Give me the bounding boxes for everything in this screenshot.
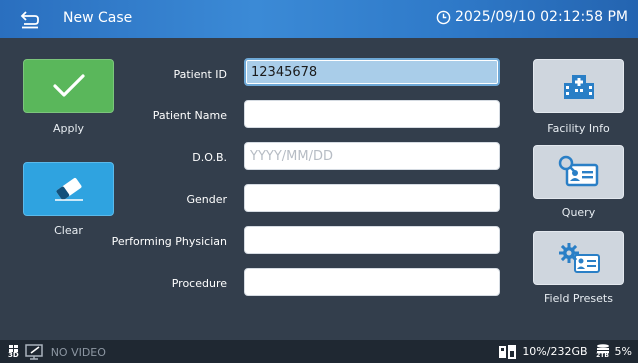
procedure-label: Procedure: [171, 277, 227, 290]
monitor-edit-icon: [24, 344, 43, 360]
checkmark-icon: [52, 74, 85, 97]
disk-badge: 2TB: [596, 352, 609, 359]
datetime-text: 2025/09/10 02:12:58 PM: [455, 9, 628, 25]
query-button[interactable]: [533, 145, 624, 199]
physician-input[interactable]: [244, 226, 500, 254]
storage-device-icon: [499, 344, 517, 359]
title-bar: New Case 2025/09/10 02:12:58 PM: [0, 0, 638, 38]
disk-usage: 5%: [614, 345, 632, 358]
gender-input[interactable]: [244, 184, 500, 212]
main-panel: Apply Clear Patient ID Patient Name D.O.…: [0, 38, 638, 340]
status-bar: 3D NO VIDEO 10%/232GB 2TB 5%: [0, 340, 638, 363]
back-arrow-icon[interactable]: [20, 9, 40, 29]
dob-label: D.O.B.: [192, 151, 227, 164]
apply-button[interactable]: [23, 59, 114, 113]
gender-label: Gender: [186, 193, 227, 206]
eraser-icon: [54, 177, 83, 201]
datetime-display: 2025/09/10 02:12:58 PM: [436, 9, 628, 25]
clear-label: Clear: [54, 224, 83, 237]
facility-info-label: Facility Info: [547, 122, 610, 135]
patient-name-label: Patient Name: [152, 109, 227, 122]
apply-label: Apply: [52, 122, 85, 135]
field-presets-button[interactable]: [533, 231, 624, 285]
clock-icon: [436, 10, 451, 24]
query-label: Query: [561, 206, 596, 219]
id-card-search-icon: [558, 155, 598, 187]
page-title: New Case: [63, 10, 133, 26]
facility-info-button[interactable]: [533, 59, 624, 113]
patient-id-input[interactable]: [244, 58, 500, 86]
3d-label: 3D: [8, 351, 19, 359]
dob-input[interactable]: [244, 142, 500, 170]
hospital-icon: [563, 75, 594, 99]
patient-id-label: Patient ID: [173, 68, 227, 81]
procedure-input[interactable]: [244, 268, 500, 296]
physician-label: Performing Physician: [111, 235, 227, 248]
patient-name-input[interactable]: [244, 100, 500, 128]
disk-indicator: 2TB: [596, 344, 610, 359]
field-presets-label: Field Presets: [544, 292, 613, 305]
3d-mode-indicator: 3D: [8, 345, 19, 359]
status-left: 3D NO VIDEO: [8, 344, 106, 360]
clear-button[interactable]: [23, 162, 114, 216]
settings-card-icon: [558, 243, 600, 273]
status-right: 10%/232GB 2TB 5%: [499, 344, 632, 359]
storage-text: 10%/232GB: [522, 345, 588, 358]
video-status: NO VIDEO: [50, 345, 106, 359]
